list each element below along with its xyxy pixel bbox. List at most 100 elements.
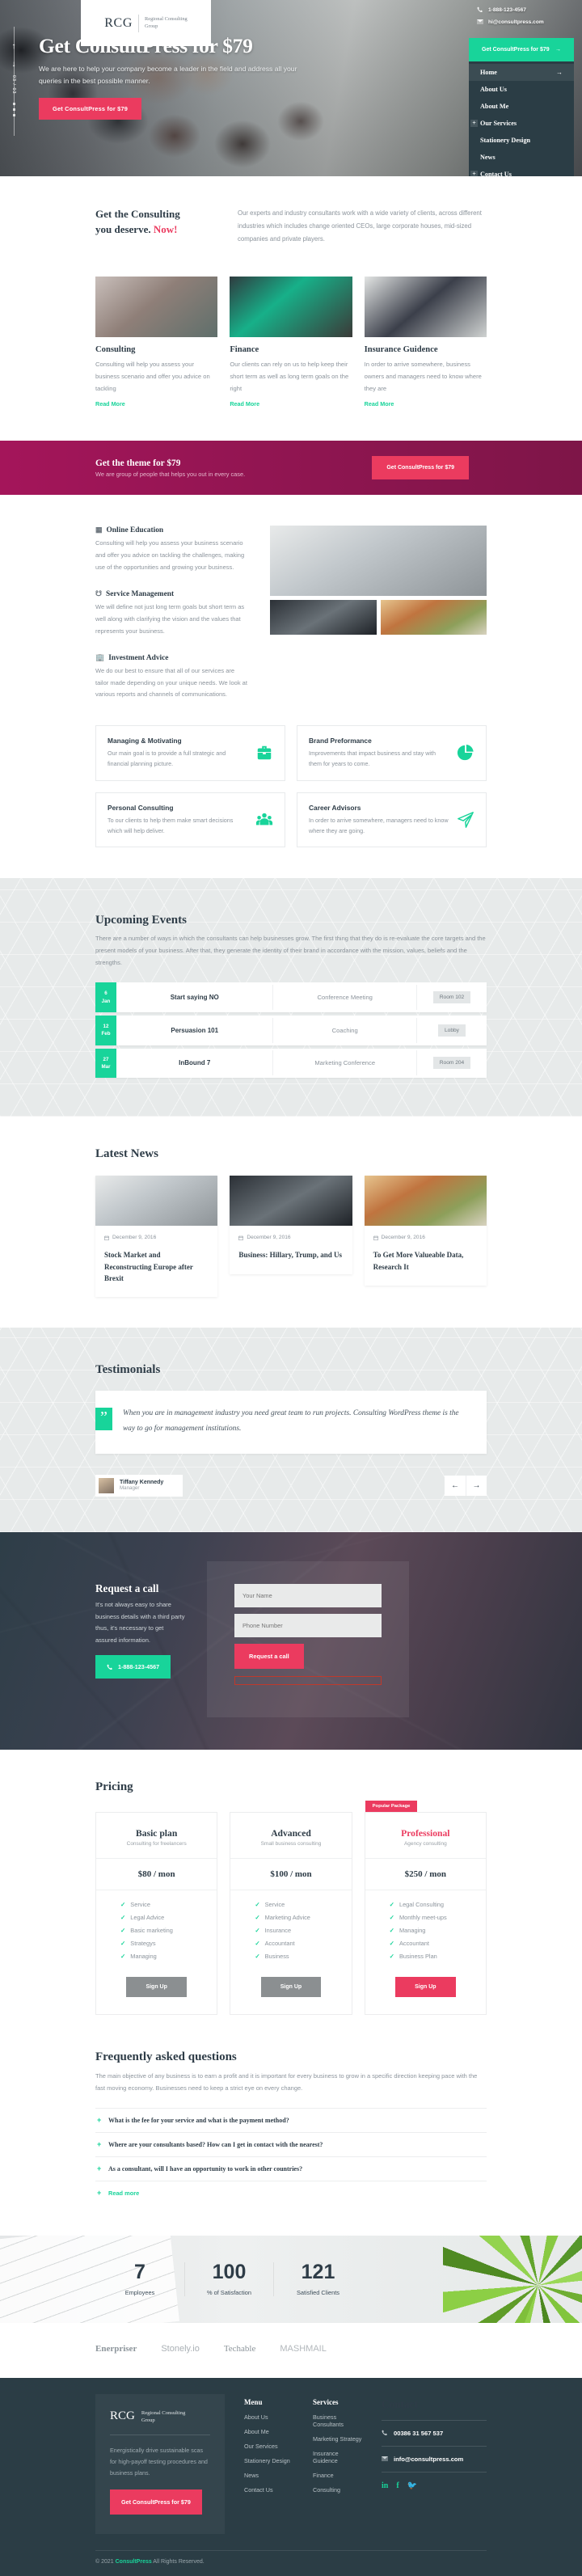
slider-up-arrow-icon[interactable]: ↑ — [12, 43, 16, 51]
footer-phone[interactable]: 00386 31 567 537 — [382, 2430, 487, 2437]
nav-item-news[interactable]: News — [469, 149, 574, 166]
promo-cta-button[interactable]: Get ConsultPress for $79 — [372, 456, 469, 480]
check-icon: ✓ — [120, 1900, 126, 1908]
promo-text: Get the theme for $79 We are group of pe… — [95, 458, 245, 478]
plan-signup-button[interactable]: Sign Up — [395, 1976, 456, 1997]
stat-item: 121 Satisfied Clients — [273, 2261, 362, 2296]
plan-signup-button[interactable]: Sign Up — [260, 1976, 322, 1997]
faq-read-more[interactable]: + Read more — [95, 2181, 487, 2205]
faq-title: Frequently asked questions — [95, 2050, 237, 2063]
footer-menu-link[interactable]: About Me — [244, 2428, 293, 2435]
calendar-icon — [104, 1235, 109, 1240]
feature-box[interactable]: Career Advisors In order to arrive somew… — [297, 792, 487, 848]
phone-button[interactable]: 1-888-123-4567 — [95, 1655, 171, 1679]
copyright-pre: © 2021 — [95, 2559, 116, 2565]
news-card[interactable]: December 9, 2016 Business: Hillary, Trum… — [230, 1176, 352, 1274]
site-logo[interactable]: RCG Regional Consulting Group — [81, 0, 211, 46]
slider-down-arrow-icon[interactable]: ↓ — [12, 61, 16, 69]
footer-services-link[interactable]: Marketing Strategy — [313, 2435, 362, 2443]
news-card[interactable]: December 9, 2016 To Get More Valueable D… — [364, 1176, 487, 1286]
footer-cta-button[interactable]: Get ConsultPress for $79 — [110, 2489, 202, 2515]
hero-cta-button[interactable]: Get ConsultPress for $79 — [39, 98, 142, 120]
header-cta-button[interactable]: Get ConsultPress for $79 → — [469, 38, 574, 61]
nav-item-contact-us[interactable]: + Contact Us — [469, 166, 574, 176]
footer-brand: RCG Regional Consulting Group Energistic… — [95, 2393, 225, 2535]
read-more-link[interactable]: Read More — [365, 400, 394, 408]
feature-box[interactable]: Personal Consulting To our clients to he… — [95, 792, 285, 848]
topbar-email[interactable]: hi@consultpress.com — [477, 19, 582, 25]
expand-plus-icon[interactable]: + — [470, 120, 478, 127]
service-card[interactable]: Consulting Consulting will help you asse… — [95, 276, 218, 411]
nav-item-stationery-design[interactable]: Stationery Design — [469, 132, 574, 149]
feature-box-title: Managing & Motivating — [108, 737, 182, 745]
plan-feature-label: Business Plan — [399, 1952, 437, 1960]
nav-item-our-services[interactable]: + Our Services — [469, 115, 574, 132]
client-logo-enerpriser[interactable]: Enerpriser — [95, 2344, 137, 2354]
slider-dots[interactable] — [12, 102, 15, 116]
footer-services-link[interactable]: Insurance Guidence — [313, 2450, 362, 2464]
plan-features: ✓ Legal Consulting ✓ Monthly meet-ups ✓ Man… — [365, 1890, 486, 1974]
faq-item[interactable]: + Where are your consultants based? How … — [95, 2133, 487, 2157]
event-row[interactable]: 6 Jan Start saying NO Conference Meeting… — [95, 982, 487, 1012]
plan-signup-button[interactable]: Sign Up — [126, 1976, 187, 1997]
plan-price: $250 / mon — [365, 1859, 486, 1890]
nav-item-about-us[interactable]: About Us — [469, 81, 574, 98]
pie-chart-icon — [457, 744, 474, 762]
phone-input[interactable] — [234, 1613, 382, 1637]
facebook-icon[interactable]: f — [396, 2481, 399, 2490]
faq-item[interactable]: + As a consultant, will I have an opport… — [95, 2157, 487, 2181]
copyright-brand: ConsultPress — [115, 2559, 152, 2565]
navigation-panel: 1-888-123-4567 hi@consultpress.com Get C… — [462, 0, 582, 176]
event-row[interactable]: 12 Feb Persuasion 101 Coaching Lobby — [95, 1015, 487, 1045]
footer-menu-link[interactable]: Our Services — [244, 2443, 293, 2450]
expand-plus-icon[interactable]: + — [470, 171, 478, 176]
feature-box[interactable]: Brand Preformance Improvements that impa… — [297, 725, 487, 781]
hero-subtitle: We are here to help your company become … — [39, 65, 297, 86]
footer-services-link[interactable]: Finance — [313, 2472, 362, 2479]
footer-logo[interactable]: RCG Regional Consulting Group — [110, 2409, 210, 2424]
faq-section: Frequently asked questions The main obje… — [0, 2046, 582, 2236]
plan-feature-label: Managing — [130, 1952, 157, 1960]
news-card[interactable]: December 9, 2016 Stock Market and Recons… — [95, 1176, 218, 1298]
footer-email[interactable]: info@consultpress.com — [382, 2456, 487, 2463]
topbar-phone[interactable]: 1-888-123-4567 — [477, 6, 582, 13]
nav-item-home[interactable]: Home → — [469, 64, 574, 81]
client-logo-stonely[interactable]: Stonely.io — [161, 2344, 200, 2354]
twitter-icon[interactable]: 🐦 — [407, 2481, 417, 2490]
stat-number: 100 — [212, 2260, 247, 2283]
service-card-text: Our clients can rely on us to help keep … — [230, 360, 349, 393]
name-input[interactable] — [234, 1583, 382, 1607]
request-call-form: Request a call — [207, 1560, 409, 1717]
client-logo-techable[interactable]: Techable — [224, 2344, 256, 2354]
footer-menu-link[interactable]: Contact Us — [244, 2486, 293, 2494]
request-call-submit[interactable]: Request a call — [234, 1643, 304, 1669]
footer-services-link[interactable]: Consulting — [313, 2486, 362, 2494]
footer-services-link[interactable]: Business Consultants — [313, 2413, 362, 2428]
plan-desc: Agency consulting — [403, 1840, 447, 1847]
main-menu: Home → About Us About Me + Our Services … — [469, 61, 574, 176]
footer-contact-divider — [382, 2471, 487, 2473]
footer-menu-link[interactable]: About Us — [244, 2413, 293, 2421]
event-row[interactable]: 27 Mar InBound 7 Marketing Conference Ro… — [95, 1048, 487, 1079]
read-more-link[interactable]: Read More — [95, 400, 125, 408]
footer-menu-link[interactable]: Stationery Design — [244, 2457, 293, 2464]
service-cards: Consulting Consulting will help you asse… — [95, 276, 487, 411]
phone-icon — [477, 6, 483, 13]
check-icon: ✓ — [389, 1913, 394, 1921]
plan-feature: ✓ Monthly meet-ups — [390, 1914, 486, 1921]
service-card[interactable]: Insurance Guidence In order to arrive so… — [364, 276, 487, 411]
service-card[interactable]: Finance Our clients can rely on us to he… — [230, 276, 352, 411]
linkedin-icon[interactable]: in — [382, 2481, 388, 2490]
next-arrow-icon[interactable]: → — [466, 1475, 487, 1496]
read-more-link[interactable]: Read More — [230, 400, 259, 408]
plan-feature-label: Legal Advice — [130, 1913, 165, 1921]
nav-item-about-me[interactable]: About Me — [469, 98, 574, 115]
footer-menu-link[interactable]: News — [244, 2472, 293, 2479]
author-name: Tiffany Kennedy — [120, 1480, 164, 1486]
faq-item[interactable]: + What is the fee for your service and w… — [95, 2109, 487, 2133]
features-images — [270, 526, 487, 636]
feature-box[interactable]: Managing & Motivating Our main goal is t… — [95, 725, 285, 781]
stats-section: 7 Employees 100 % of Satisfaction 121 Sa… — [0, 2235, 582, 2323]
client-logo-mashmail[interactable]: MASHMAIL — [280, 2344, 326, 2354]
prev-arrow-icon[interactable]: ← — [445, 1476, 466, 1496]
